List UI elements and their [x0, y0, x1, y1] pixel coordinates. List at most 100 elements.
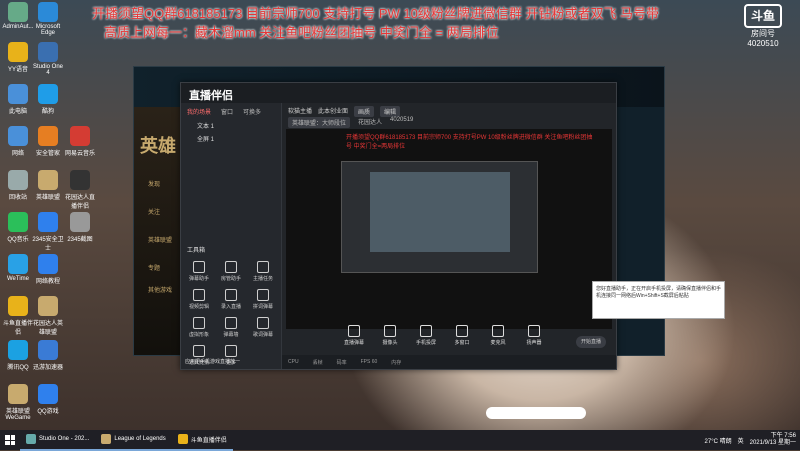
- topbar-item[interactable]: 软猫主播: [288, 106, 312, 117]
- tool-item[interactable]: 视频剪辑: [185, 289, 213, 310]
- room-badge: 斗鱼 房间号 4020510: [738, 4, 788, 56]
- tool-icon: [225, 345, 237, 357]
- bottom-tool-button[interactable]: 摄像头: [378, 325, 402, 353]
- tool-icon: [420, 325, 432, 337]
- tool-item[interactable]: 录入直播: [217, 289, 245, 310]
- desktop-icon[interactable]: YY语音: [2, 42, 34, 73]
- topbar-item[interactable]: 此本创业面: [318, 106, 348, 117]
- nested-preview: [341, 161, 538, 273]
- lol-nav-item[interactable]: 发现: [148, 179, 160, 188]
- desktop-icon[interactable]: 酷狗: [32, 84, 64, 115]
- desktop-icon-label: 花园达人直播伴侣: [64, 195, 95, 210]
- tool-item[interactable]: 主播任务: [249, 261, 277, 282]
- desktop-icon[interactable]: 此电脑: [2, 84, 34, 115]
- app-icon: [38, 384, 58, 404]
- tool-item[interactable]: 房管助手: [217, 261, 245, 282]
- desktop-icon[interactable]: Microsoft Edge: [32, 2, 64, 36]
- app-icon: [38, 254, 58, 274]
- scene-item[interactable]: 全屏 1: [197, 134, 214, 143]
- lol-nav-item[interactable]: 关注: [148, 207, 160, 216]
- desktop-icon[interactable]: 网易云音乐: [64, 126, 96, 157]
- douyu-icon: [177, 434, 188, 444]
- app-icon: [38, 42, 58, 62]
- app-icon: [8, 126, 28, 146]
- windows-icon: [5, 435, 15, 445]
- bottom-tool-button[interactable]: 麦克风: [486, 325, 510, 353]
- tool-icon: [348, 325, 360, 337]
- tab-window[interactable]: 窗口: [221, 107, 233, 116]
- lol-nav-item[interactable]: 英雄联盟: [148, 235, 172, 244]
- desktop-icon-label: 酷狗: [41, 109, 54, 115]
- desktop-icon[interactable]: 安全管家: [32, 126, 64, 157]
- taskbar-app[interactable]: 斗鱼直播伴侣: [171, 429, 233, 451]
- desktop-icon[interactable]: 腾讯QQ: [2, 340, 34, 371]
- desktop-icon-label: 迅游加速器: [32, 365, 63, 371]
- desktop-icon[interactable]: Studio One 4: [32, 42, 64, 76]
- desktop-icon-label: QQ音乐: [7, 237, 29, 243]
- tool-item[interactable]: 歌词弹幕: [249, 317, 277, 338]
- tab-my-scenes[interactable]: 我的场景: [187, 107, 211, 116]
- tool-item[interactable]: 弹幕墙: [217, 317, 245, 338]
- desktop-icon-label: 斗鱼直播伴侣: [2, 321, 33, 336]
- clock[interactable]: 下午 7:56 2021/9/13 星期一: [750, 433, 796, 447]
- weather[interactable]: 27°C 晴朗: [705, 436, 732, 445]
- desktop-icon[interactable]: 花园达人英雄联盟: [32, 296, 64, 336]
- desktop-icon[interactable]: 网络教程: [32, 254, 64, 285]
- hint-text: 应用把手机游戏直播放一: [185, 359, 241, 365]
- desktop-icon-label: 安全管家: [35, 151, 60, 157]
- room-category[interactable]: 英雄联盟：大师段位: [288, 117, 351, 128]
- status-item: 码率: [336, 359, 347, 366]
- start-button[interactable]: [0, 430, 20, 450]
- status-item: CPU: [288, 359, 299, 365]
- tool-icon: [193, 317, 205, 329]
- status-item: 内存: [391, 359, 402, 366]
- taskbar-app[interactable]: League of Legends: [95, 429, 172, 451]
- floating-toolbar[interactable]: [486, 407, 586, 419]
- scene-panel: 我的场景 窗口 可换多 文本 1 全屏 1 工具箱 弹幕助手 房管助手 主播任务 视频…: [181, 103, 282, 369]
- scene-item[interactable]: 文本 1: [197, 121, 214, 130]
- tool-item[interactable]: 拼词弹幕: [249, 289, 277, 310]
- desktop-icon[interactable]: 2345截图: [64, 212, 96, 243]
- desktop-icon[interactable]: 英雄联盟WeGame: [2, 384, 34, 421]
- lol-nav-item[interactable]: 专题: [148, 263, 160, 272]
- tool-icon: [257, 317, 269, 329]
- tool-icon: [225, 289, 237, 301]
- desktop-icon-label: 英雄联盟WeGame: [5, 409, 31, 421]
- desktop-icon[interactable]: AdminAut...: [2, 2, 34, 30]
- desktop-icon[interactable]: 英雄联盟: [32, 170, 64, 201]
- app-icon: [38, 126, 58, 146]
- desktop-icon[interactable]: 网络: [2, 126, 34, 157]
- desktop-icon-label: 2345安全卫士: [32, 237, 64, 252]
- overlay-line-2: 高质上网每一：藏木溜mm 关注鱼吧粉丝团抽号 中奖门全 = 两局排位: [104, 25, 499, 40]
- desktop-icon[interactable]: 回收站: [2, 170, 34, 201]
- edit-button[interactable]: 编辑: [380, 106, 401, 117]
- tool-item[interactable]: 弹幕助手: [185, 261, 213, 282]
- bottom-tool-button[interactable]: 多窗口: [450, 325, 474, 353]
- desktop-icon-label: AdminAut...: [2, 24, 34, 30]
- taskbar-app[interactable]: Studio One - 202...: [20, 429, 96, 451]
- desktop-icon[interactable]: 迅游加速器: [32, 340, 64, 371]
- app-icon: [38, 296, 58, 316]
- app-icon: [70, 212, 90, 232]
- ime-indicator[interactable]: 英: [738, 436, 744, 445]
- desktop-icon[interactable]: 2345安全卫士: [32, 212, 64, 252]
- tab-multi[interactable]: 可换多: [243, 107, 261, 116]
- streamer-app-window[interactable]: 直播伴侣 我的场景 窗口 可换多 文本 1 全屏 1 工具箱 弹幕助手 房管助手主…: [180, 82, 617, 370]
- desktop-icon[interactable]: 斗鱼直播伴侣: [2, 296, 34, 336]
- bottom-tool-button[interactable]: 手机投屏: [414, 325, 438, 353]
- notification-popup: 您好直播助手，正在开启手机投屏，请确保直播伴侣和手机连接同一网络后Win+Shi…: [592, 281, 725, 319]
- desktop-icon[interactable]: 花园达人直播伴侣: [64, 170, 96, 210]
- tool-item[interactable]: 虚拟形象: [185, 317, 213, 338]
- desktop-icon[interactable]: QQ音乐: [2, 212, 34, 243]
- go-live-button[interactable]: 开始直播: [576, 336, 606, 348]
- quality-select[interactable]: 画质: [354, 106, 375, 117]
- status-item: 丢帧: [312, 359, 323, 366]
- lol-nav-item[interactable]: 其他游戏: [148, 285, 172, 294]
- app-icon: [38, 212, 58, 232]
- bottom-tool-button[interactable]: 直播弹幕: [342, 325, 366, 353]
- desktop-icon[interactable]: WeTime: [2, 254, 34, 282]
- app-icon: [8, 84, 28, 104]
- desktop-icon[interactable]: QQ游戏: [32, 384, 64, 415]
- stream-preview[interactable]: 开播须望QQ群618185173 目前宗师700 支持打号PW 10级粉丝牌进微…: [286, 129, 612, 329]
- bottom-tool-button[interactable]: 扬声器: [522, 325, 546, 353]
